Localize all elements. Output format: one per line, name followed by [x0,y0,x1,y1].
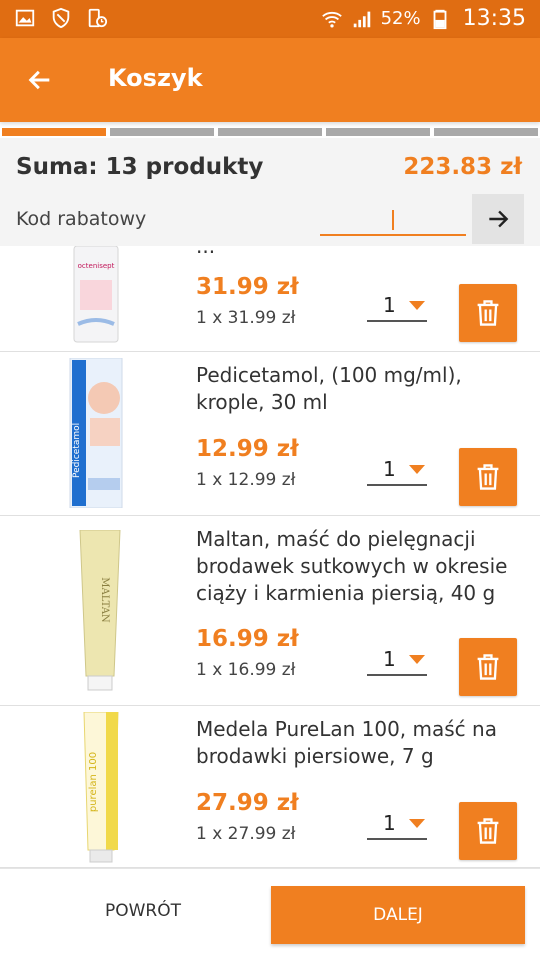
blocked-icon [52,7,70,29]
item-name-line: Maltan, maść do pielęgnacji [196,527,476,551]
product-image: MALTAN [79,530,121,691]
apply-promo-button[interactable] [472,194,524,244]
product-image: octenisept [73,246,119,343]
item-unit-price: 1 x 27.99 zł [196,824,296,844]
product-label: purelan 100 [88,752,99,812]
cart-item: ... octenisept 31.99 zł 1 x 31.99 zł 1 [0,246,540,352]
item-unit-price: 1 x 16.99 zł [196,660,296,680]
text-cursor [392,210,394,230]
product-label: Pedicetamol [72,423,82,478]
chevron-down-icon [409,464,425,474]
gallery-icon [15,9,35,27]
next-button[interactable]: DALEJ [271,886,525,944]
sum-label: Suma: 13 produkty [16,154,264,180]
battery-icon [433,9,447,29]
chevron-down-icon [409,300,425,310]
arrow-left-icon [28,70,50,90]
cart-item: purelan 100 Medela PureLan 100, maść na … [0,706,540,868]
item-price: 27.99 zł [196,790,299,816]
step-1 [2,128,106,136]
item-name-line: ciąży i karmienia piersią, 40 g [196,581,496,605]
delete-button[interactable] [459,448,517,506]
quantity-value: 1 [383,647,396,671]
quantity-dropdown[interactable]: 1 [367,644,427,676]
item-name: Maltan, maść do pielęgnacji brodawek sut… [196,526,526,607]
sum-total: 223.83 zł [403,154,522,180]
arrow-right-icon [489,210,509,228]
quantity-value: 1 [383,811,396,835]
item-name-line: brodawek sutkowych w okresie [196,554,508,578]
item-name-line: brodawki piersiowe, 7 g [196,744,434,768]
item-name: Medela PureLan 100, maść na brodawki pie… [196,716,526,770]
delete-button[interactable] [459,802,517,860]
product-image: purelan 100 [83,712,119,863]
quantity-dropdown[interactable]: 1 [367,808,427,840]
item-name: ... [196,246,216,258]
back-text-button[interactable]: POWRÓT [66,901,220,921]
delete-button[interactable] [459,284,517,342]
product-image: Pedicetamol [69,358,123,508]
quantity-value: 1 [383,293,396,317]
back-button[interactable] [20,60,60,100]
quantity-value: 1 [383,457,396,481]
item-name-line: Medela PureLan 100, maść na [196,717,497,741]
item-unit-price: 1 x 12.99 zł [196,470,296,490]
item-name: Pedicetamol, (100 mg/ml), krople, 30 ml [196,362,526,416]
status-bar: 52% 13:35 [0,0,540,38]
item-price: 31.99 zł [196,274,299,300]
item-name-line: krople, 30 ml [196,390,328,414]
chevron-down-icon [409,818,425,828]
wifi-icon [321,11,342,28]
signal-icon [353,11,370,27]
step-2 [110,128,214,136]
trash-icon [477,300,499,326]
quantity-dropdown[interactable]: 1 [367,290,427,322]
cart-list[interactable]: ... octenisept 31.99 zł 1 x 31.99 zł 1 P… [0,246,540,868]
step-5 [434,128,538,136]
checkout-steps [0,128,540,138]
promo-code-label: Kod rabatowy [16,208,147,230]
step-4 [326,128,430,136]
item-price: 16.99 zł [196,626,299,652]
cart-item: Pedicetamol Pedicetamol, (100 mg/ml), kr… [0,352,540,516]
step-3 [218,128,322,136]
item-price: 12.99 zł [196,436,299,462]
item-unit-price: 1 x 31.99 zł [196,308,296,328]
cart-item: MALTAN Maltan, maść do pielęgnacji broda… [0,516,540,706]
battery-percent: 52% [380,8,421,29]
phone-clock-icon [88,8,108,28]
page-title: Koszyk [108,64,203,92]
trash-icon [477,464,499,490]
app-bar: Koszyk [0,38,540,122]
product-label: octenisept [78,262,115,270]
item-name-line: Pedicetamol, (100 mg/ml), [196,363,462,387]
cart-summary: Suma: 13 produkty 223.83 zł Kod rabatowy [0,138,540,246]
product-label: MALTAN [99,577,110,623]
trash-icon [477,654,499,680]
clock: 13:35 [462,6,526,31]
chevron-down-icon [409,654,425,664]
bottom-bar: POWRÓT DALEJ [0,868,540,960]
quantity-dropdown[interactable]: 1 [367,454,427,486]
delete-button[interactable] [459,638,517,696]
trash-icon [477,818,499,844]
